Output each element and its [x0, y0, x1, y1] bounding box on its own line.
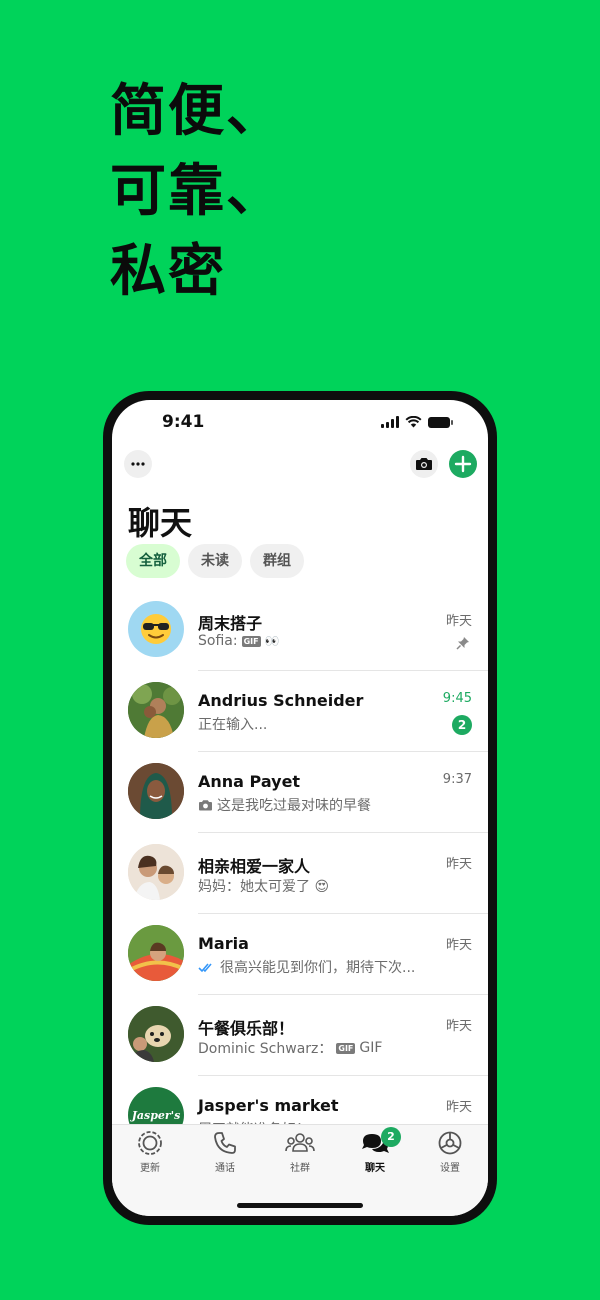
filter-chip-unread[interactable]: 未读	[188, 544, 242, 578]
chat-time: 昨天	[445, 614, 472, 629]
settings-icon	[438, 1131, 462, 1155]
avatar	[128, 844, 184, 900]
tab-calls[interactable]: 通话	[195, 1129, 255, 1174]
chat-row-weekend-buddies[interactable]: 周末搭子 Sofia: GIF 👀 昨天	[112, 590, 488, 671]
chat-preview: 正在输入...	[198, 714, 267, 734]
chat-row-lunch-club[interactable]: 午餐俱乐部！ Dominic Schwarz： GIF GIF 昨天	[112, 995, 488, 1076]
preview-text: GIF	[359, 1040, 383, 1056]
phone-frame: 9:41 聊天 全部 未读 群组 周末搭子 Sofia: GIF 👀 昨天 An…	[103, 391, 497, 1225]
chat-name: Maria	[198, 934, 249, 953]
chat-name: 午餐俱乐部！	[198, 1019, 295, 1038]
preview-text: 👀	[264, 634, 280, 648]
chat-time: 9:37	[442, 772, 472, 787]
tab-settings[interactable]: 设置	[420, 1129, 480, 1174]
preview-sender: Sofia:	[198, 633, 238, 649]
tab-label: 更新	[140, 1163, 160, 1174]
gif-icon: GIF	[336, 1042, 356, 1054]
filter-chips: 全部 未读 群组	[126, 544, 304, 578]
chat-name: Anna Payet	[198, 772, 301, 791]
tab-label: 通话	[215, 1163, 235, 1174]
avatar	[128, 682, 184, 738]
plus-icon	[454, 455, 472, 473]
headline-line-2: 可靠、	[110, 159, 284, 224]
chat-row-maria[interactable]: Maria 很高兴能见到你们，期待下次... 昨天	[112, 914, 488, 995]
new-chat-button[interactable]	[449, 450, 477, 478]
avatar-photo	[128, 1006, 184, 1062]
chat-name: Andrius Schneider	[198, 691, 364, 710]
chat-row-anna[interactable]: Anna Payet 这是我吃过最对味的早餐 9:37	[112, 752, 488, 833]
preview-text: 很高兴能见到你们，期待下次...	[220, 960, 416, 976]
headline-line-1: 简便、	[110, 79, 284, 144]
chat-time: 昨天	[445, 1100, 472, 1115]
more-options-button[interactable]	[124, 450, 152, 478]
chat-row-andrius[interactable]: Andrius Schneider 正在输入... 9:45 2	[112, 671, 488, 752]
sunglasses-emoji-icon	[141, 614, 171, 644]
double-check-icon	[198, 962, 212, 972]
avatar-photo	[128, 844, 184, 900]
signal-icon	[381, 416, 399, 428]
chat-preview: 这是我吃过最对味的早餐	[198, 795, 371, 815]
avatar-photo	[128, 925, 184, 981]
avatar	[128, 763, 184, 819]
chat-time: 9:45	[442, 691, 472, 706]
top-actions	[112, 450, 488, 480]
tab-communities[interactable]: 社群	[270, 1129, 330, 1174]
avatar-photo	[128, 763, 184, 819]
preview-sender: Dominic Schwarz：	[198, 1041, 333, 1057]
preview-text: 妈妈：她太可爱了 😍	[198, 879, 330, 895]
phone-screen: 9:41 聊天 全部 未读 群组 周末搭子 Sofia: GIF 👀 昨天 An…	[112, 400, 488, 1216]
status-bar: 9:41	[112, 400, 488, 446]
updates-icon	[138, 1131, 162, 1155]
phone-icon	[214, 1132, 236, 1154]
chat-list: 周末搭子 Sofia: GIF 👀 昨天 Andrius Schneider 正…	[112, 590, 488, 1157]
chat-name: Jasper's market	[198, 1096, 339, 1115]
tab-label: 设置	[440, 1163, 460, 1174]
home-indicator	[237, 1203, 363, 1208]
tab-chats[interactable]: 2 聊天	[345, 1127, 405, 1174]
unread-badge: 2	[452, 715, 472, 735]
preview-text: 这是我吃过最对味的早餐	[217, 798, 371, 814]
pin-icon	[456, 637, 469, 650]
battery-icon	[428, 417, 453, 428]
chats-tab-badge: 2	[381, 1127, 401, 1147]
avatar	[128, 925, 184, 981]
wifi-icon	[405, 416, 422, 428]
chat-preview: Sofia: GIF 👀	[198, 633, 280, 649]
headline: 简便、 可靠、 私密	[110, 72, 284, 312]
chat-preview: 妈妈：她太可爱了 😍	[198, 876, 329, 896]
tab-label: 社群	[290, 1163, 310, 1174]
tab-updates[interactable]: 更新	[120, 1129, 180, 1174]
chat-name: 周末搭子	[198, 614, 263, 633]
chat-time: 昨天	[445, 857, 472, 872]
chat-name: 相亲相爱一家人	[198, 857, 311, 876]
photo-camera-icon	[199, 800, 212, 811]
camera-icon	[416, 458, 432, 470]
gif-icon: GIF	[241, 635, 261, 647]
page-title: 聊天	[128, 504, 193, 542]
filter-chip-groups[interactable]: 群组	[250, 544, 304, 578]
tab-label: 聊天	[365, 1163, 385, 1174]
avatar-photo	[128, 682, 184, 738]
headline-line-3: 私密	[110, 239, 226, 304]
filter-chip-all[interactable]: 全部	[126, 544, 180, 578]
avatar	[128, 1006, 184, 1062]
avatar	[128, 601, 184, 657]
status-icons	[381, 416, 453, 428]
chat-preview: 很高兴能见到你们，期待下次...	[198, 957, 415, 977]
chat-preview: Dominic Schwarz： GIF GIF	[198, 1038, 382, 1058]
camera-button[interactable]	[410, 450, 438, 478]
chat-time: 昨天	[445, 938, 472, 953]
chat-time: 昨天	[445, 1019, 472, 1034]
more-dots-icon	[131, 462, 145, 466]
bottom-tab-bar: 更新 通话 社群 2 聊天 设置	[112, 1124, 488, 1216]
status-time: 9:41	[162, 412, 205, 432]
chat-row-family-group[interactable]: 相亲相爱一家人 妈妈：她太可爱了 😍 昨天	[112, 833, 488, 914]
preview-text: 正在输入...	[198, 717, 268, 733]
communities-icon	[285, 1133, 315, 1152]
business-logo: Jasper's	[131, 1108, 181, 1122]
